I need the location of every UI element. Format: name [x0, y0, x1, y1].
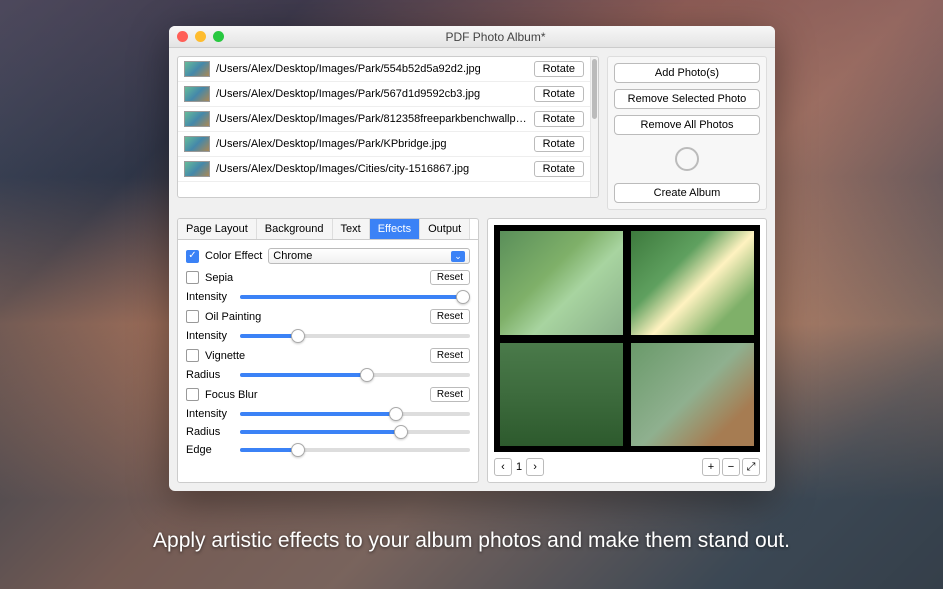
- remove-all-button[interactable]: Remove All Photos: [614, 115, 760, 135]
- file-path: /Users/Alex/Desktop/Images/Park/567d1d95…: [216, 88, 528, 100]
- vignette-slider-label: Radius: [186, 369, 234, 381]
- focus-slider-label: Radius: [186, 426, 234, 438]
- close-icon[interactable]: [177, 31, 188, 42]
- tab-effects[interactable]: Effects: [370, 219, 420, 239]
- slider-knob[interactable]: [291, 329, 305, 343]
- zoom-in-button[interactable]: +: [702, 458, 720, 476]
- file-thumbnail: [184, 161, 210, 177]
- progress-spinner-icon: [675, 147, 699, 171]
- focus-slider-label: Edge: [186, 444, 234, 456]
- tab-background[interactable]: Background: [257, 219, 333, 239]
- slider-knob[interactable]: [360, 368, 374, 382]
- file-thumbnail: [184, 86, 210, 102]
- vignette-checkbox[interactable]: [186, 349, 199, 362]
- file-row[interactable]: /Users/Alex/Desktop/Images/Park/812358fr…: [178, 107, 590, 132]
- focus-blur-checkbox[interactable]: [186, 388, 199, 401]
- file-thumbnail: [184, 111, 210, 127]
- sepia-intensity-slider[interactable]: [240, 295, 470, 299]
- rotate-button[interactable]: Rotate: [534, 61, 584, 77]
- preview-tile: [629, 229, 756, 337]
- app-window: PDF Photo Album* /Users/Alex/Desktop/Ima…: [169, 26, 775, 491]
- preview-tile: [629, 341, 756, 449]
- oil-painting-label: Oil Painting: [205, 311, 261, 323]
- file-list: /Users/Alex/Desktop/Images/Park/554b52d5…: [177, 56, 599, 198]
- add-photos-button[interactable]: Add Photo(s): [614, 63, 760, 83]
- file-thumbnail: [184, 61, 210, 77]
- rotate-button[interactable]: Rotate: [534, 161, 584, 177]
- rotate-button[interactable]: Rotate: [534, 136, 584, 152]
- oil-slider-label: Intensity: [186, 330, 234, 342]
- side-actions: Add Photo(s) Remove Selected Photo Remov…: [607, 56, 767, 210]
- preview-tile: [498, 229, 625, 337]
- focus-edge-slider[interactable]: [240, 448, 470, 452]
- page-number: 1: [516, 461, 522, 473]
- slider-knob[interactable]: [291, 443, 305, 457]
- file-row[interactable]: /Users/Alex/Desktop/Images/Cities/city-1…: [178, 157, 590, 182]
- titlebar: PDF Photo Album*: [169, 26, 775, 48]
- focus-intensity-slider[interactable]: [240, 412, 470, 416]
- file-row[interactable]: /Users/Alex/Desktop/Images/Park/567d1d95…: [178, 82, 590, 107]
- oil-painting-reset-button[interactable]: Reset: [430, 309, 470, 324]
- tab-bar: Page Layout Background Text Effects Outp…: [178, 219, 478, 240]
- rotate-button[interactable]: Rotate: [534, 111, 584, 127]
- vignette-radius-slider[interactable]: [240, 373, 470, 377]
- next-page-button[interactable]: ›: [526, 458, 544, 476]
- oil-painting-checkbox[interactable]: [186, 310, 199, 323]
- sepia-reset-button[interactable]: Reset: [430, 270, 470, 285]
- window-title: PDF Photo Album*: [224, 30, 767, 44]
- scrollbar[interactable]: [590, 57, 598, 197]
- slider-knob[interactable]: [456, 290, 470, 304]
- zoom-icon[interactable]: [213, 31, 224, 42]
- rotate-button[interactable]: Rotate: [534, 86, 584, 102]
- create-album-button[interactable]: Create Album: [614, 183, 760, 203]
- oil-intensity-slider[interactable]: [240, 334, 470, 338]
- marketing-caption: Apply artistic effects to your album pho…: [0, 529, 943, 553]
- focus-radius-slider[interactable]: [240, 430, 470, 434]
- focus-slider-label: Intensity: [186, 408, 234, 420]
- file-path: /Users/Alex/Desktop/Images/Park/554b52d5…: [216, 63, 528, 75]
- slider-knob[interactable]: [389, 407, 403, 421]
- file-row[interactable]: /Users/Alex/Desktop/Images/Park/KPbridge…: [178, 132, 590, 157]
- tab-output[interactable]: Output: [420, 219, 470, 239]
- file-path: /Users/Alex/Desktop/Images/Cities/city-1…: [216, 163, 528, 175]
- color-effect-label: Color Effect: [205, 250, 262, 262]
- sepia-checkbox[interactable]: [186, 271, 199, 284]
- file-row[interactable]: /Users/Alex/Desktop/Images/Park/554b52d5…: [178, 57, 590, 82]
- sepia-label: Sepia: [205, 272, 233, 284]
- scrollbar-thumb[interactable]: [592, 59, 597, 119]
- file-path: /Users/Alex/Desktop/Images/Park/812358fr…: [216, 113, 528, 125]
- focus-blur-label: Focus Blur: [205, 389, 258, 401]
- file-thumbnail: [184, 136, 210, 152]
- minimize-icon[interactable]: [195, 31, 206, 42]
- expand-button[interactable]: ⤢: [742, 458, 760, 476]
- vignette-reset-button[interactable]: Reset: [430, 348, 470, 363]
- chevron-down-icon: ⌄: [451, 251, 465, 262]
- tab-text[interactable]: Text: [333, 219, 370, 239]
- remove-selected-button[interactable]: Remove Selected Photo: [614, 89, 760, 109]
- preview-panel: ‹ 1 › + − ⤢: [487, 218, 767, 483]
- zoom-out-button[interactable]: −: [722, 458, 740, 476]
- color-effect-select[interactable]: Chrome⌄: [268, 248, 470, 264]
- prev-page-button[interactable]: ‹: [494, 458, 512, 476]
- focus-blur-reset-button[interactable]: Reset: [430, 387, 470, 402]
- vignette-label: Vignette: [205, 350, 245, 362]
- preview-tile: [498, 341, 625, 449]
- preview-area: [494, 225, 760, 452]
- file-path: /Users/Alex/Desktop/Images/Park/KPbridge…: [216, 138, 528, 150]
- slider-knob[interactable]: [394, 425, 408, 439]
- color-effect-checkbox[interactable]: ✓: [186, 250, 199, 263]
- tab-page-layout[interactable]: Page Layout: [178, 219, 257, 239]
- settings-panel: Page Layout Background Text Effects Outp…: [177, 218, 479, 483]
- sepia-slider-label: Intensity: [186, 291, 234, 303]
